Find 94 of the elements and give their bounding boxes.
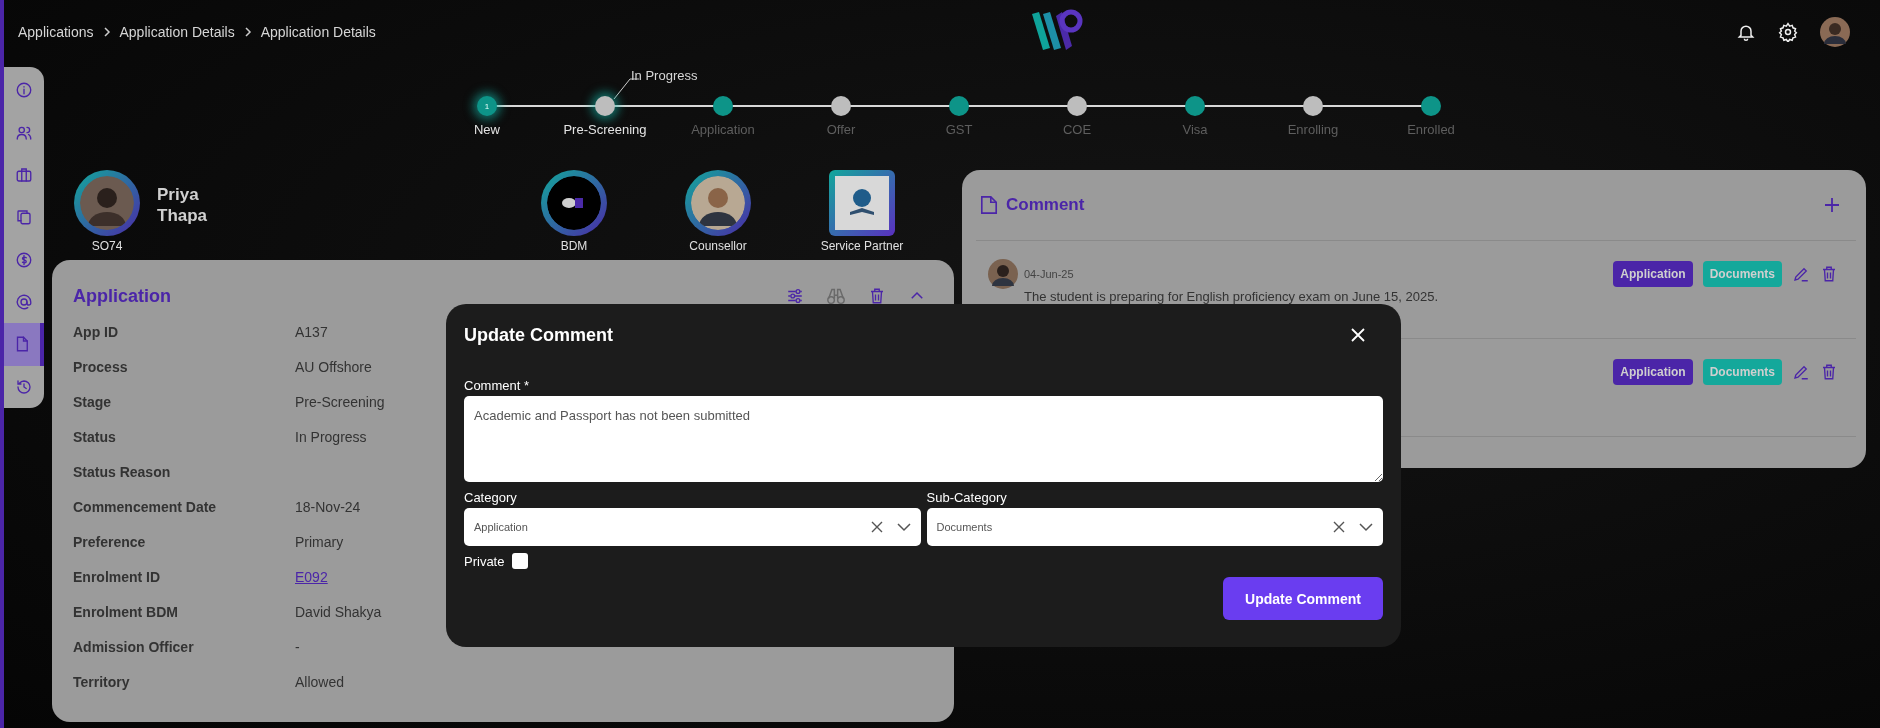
tag: Application [1613, 359, 1693, 385]
field-label: Enrolment BDM [73, 603, 179, 620]
field-value: In Progress [295, 428, 367, 445]
trash-icon[interactable] [1820, 363, 1838, 381]
dialog-title: Update Comment [464, 324, 613, 346]
field-value: David Shakya [295, 603, 382, 620]
field-label: App ID [73, 323, 120, 340]
chevron-down-icon[interactable] [896, 522, 911, 532]
field-label: Enrolment ID [73, 568, 162, 585]
at-sign-icon [15, 293, 33, 312]
info-icon [15, 81, 33, 100]
comment-date: 04-Jun-25 [1024, 268, 1074, 280]
briefcase-icon [15, 165, 33, 184]
copy-icon [15, 208, 33, 227]
tag: Documents [1702, 261, 1782, 287]
chevron-down-icon[interactable] [1359, 522, 1373, 532]
document-icon [980, 195, 998, 215]
step-label: Pre-Screening [563, 122, 647, 137]
subcategory-select[interactable]: Documents [926, 508, 1383, 546]
field-value: 18-Nov-24 [295, 498, 361, 515]
step-label: New [474, 122, 500, 137]
step-label: Enrolled [1407, 122, 1455, 137]
enrolment-link[interactable]: E092 [295, 568, 328, 585]
update-comment-button[interactable]: Update Comment [1223, 577, 1383, 620]
field-value: Pre-Screening [295, 393, 385, 410]
field-label: Territory [73, 673, 131, 690]
field-label: Comment * [464, 378, 531, 393]
sidebar-item[interactable] [4, 323, 44, 366]
binoculars-icon[interactable] [826, 287, 846, 305]
breadcrumb-link[interactable]: Application Details [260, 24, 376, 40]
step-label: Visa [1182, 122, 1208, 137]
comment-field[interactable]: Academic and Passport has not been submitted [464, 396, 1383, 482]
edit-icon[interactable] [1792, 363, 1810, 381]
step-node[interactable] [713, 96, 733, 116]
field-label: Admission Officer [73, 638, 195, 655]
card-title: Application [73, 285, 171, 307]
field-label: Category [464, 490, 518, 505]
student-id: SO74 [91, 239, 123, 253]
tag: Documents [1702, 359, 1782, 385]
close-icon[interactable] [1351, 328, 1365, 342]
field-value: Primary [295, 533, 344, 550]
step-label: Offer [826, 122, 856, 137]
step-label: Application [691, 122, 755, 137]
trash-icon[interactable] [868, 287, 886, 305]
leader-line [613, 78, 639, 100]
chevron-icon [102, 27, 111, 37]
breadcrumb-link[interactable]: Application Details [119, 24, 235, 40]
field-value: A137 [295, 323, 328, 340]
avatar [988, 259, 1018, 289]
role-label: BDM [560, 239, 588, 253]
add-icon[interactable] [1824, 197, 1840, 213]
field-value: Allowed [295, 673, 345, 690]
partner-logo [829, 170, 895, 236]
dollar-icon [15, 250, 33, 269]
category-select[interactable]: Application [464, 508, 921, 546]
chevron-icon [243, 27, 252, 37]
field-label: Stage [73, 393, 113, 410]
step-node[interactable] [1303, 96, 1323, 116]
clear-icon[interactable] [870, 521, 883, 533]
field-label: Preference [73, 533, 147, 550]
step-node[interactable] [1067, 96, 1087, 116]
field-label: Process [73, 358, 129, 375]
history-icon [15, 377, 33, 396]
step-label: COE [1062, 122, 1092, 137]
field-label: Sub-Category [926, 490, 1008, 505]
field-label: Status Reason [73, 463, 172, 480]
step-node[interactable] [1185, 96, 1205, 116]
tag: Application [1613, 261, 1693, 287]
clear-icon[interactable] [1333, 521, 1345, 533]
role-label: Counsellor [689, 239, 747, 253]
step-node[interactable] [595, 96, 615, 116]
breadcrumb-link[interactable]: Applications [18, 24, 94, 40]
field-label: Status [73, 428, 117, 445]
step-node[interactable] [1421, 96, 1441, 116]
step-node[interactable] [831, 96, 851, 116]
settings-icon[interactable] [1778, 22, 1798, 42]
status-label: In Progress [631, 68, 698, 83]
step-label: Enrolling [1287, 122, 1339, 137]
field-label: Commencement Date [73, 498, 218, 515]
checkbox-label: Private [464, 553, 505, 569]
card-title: Comment [1006, 195, 1085, 215]
comment-text: The student is preparing for English proficiency exam on June 15, 2025. [1024, 289, 1440, 305]
edit-icon[interactable] [1792, 265, 1810, 283]
field-value: - [295, 638, 300, 655]
user-avatar[interactable] [1820, 17, 1850, 47]
sliders-icon[interactable] [786, 287, 804, 305]
step-node[interactable]: 1 [477, 96, 497, 116]
student-name: Priya Thapa [157, 184, 209, 226]
field-value: AU Offshore [295, 358, 372, 375]
private-checkbox[interactable] [512, 553, 529, 569]
step-label: GST [945, 122, 973, 137]
role-label: Service Partner [820, 239, 904, 253]
trash-icon[interactable] [1820, 265, 1838, 283]
step-node[interactable] [949, 96, 969, 116]
